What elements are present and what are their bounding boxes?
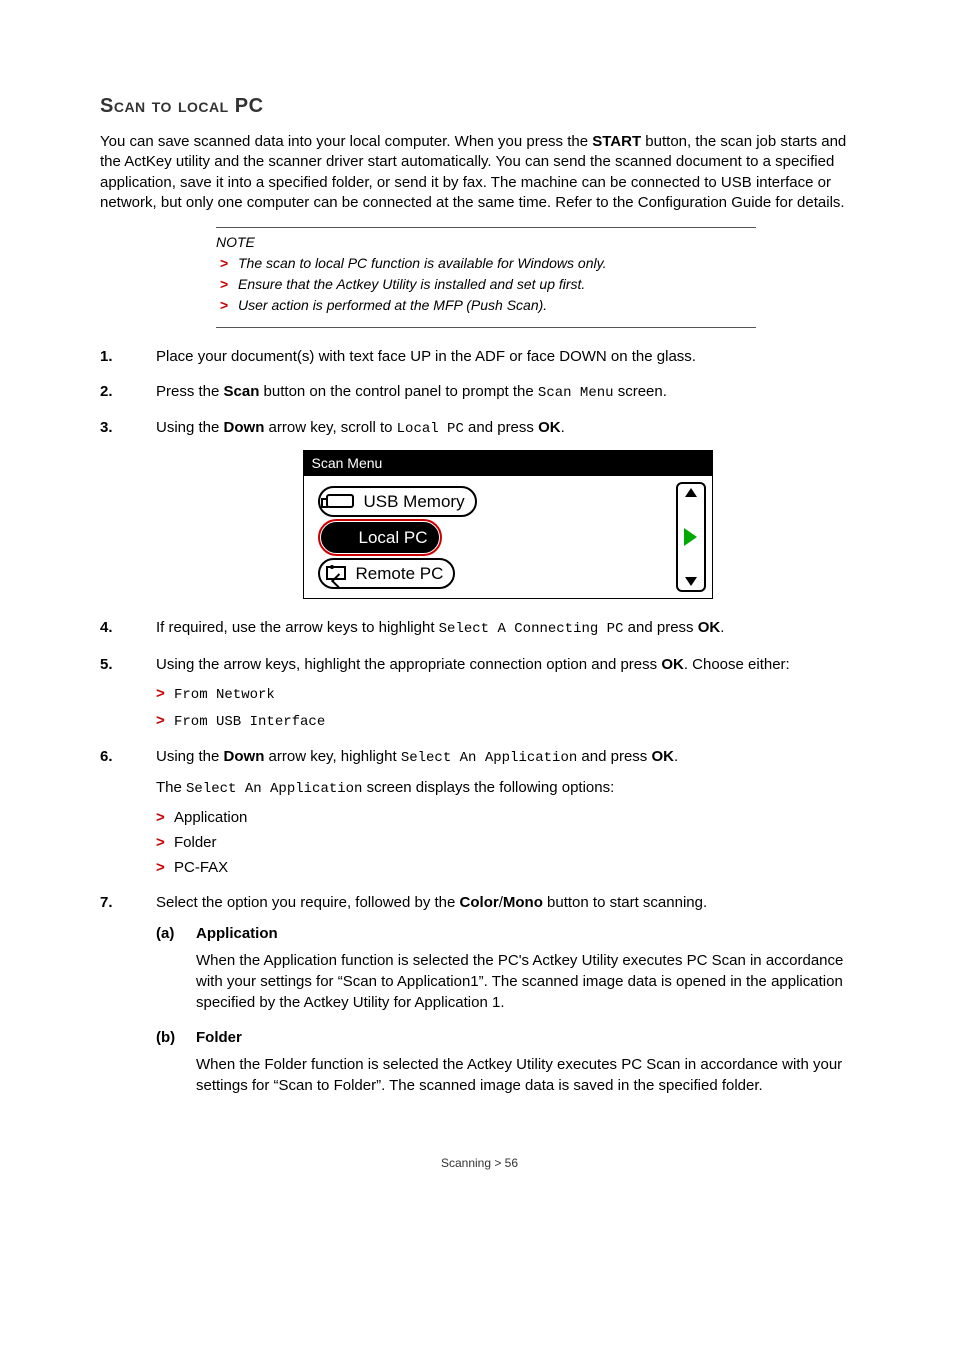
select-connecting-pc-code: Select A Connecting PC — [439, 621, 624, 637]
app-option: Application — [156, 807, 859, 828]
page-footer: Scanning > 56 — [100, 1156, 859, 1170]
from-usb-code: From USB Interface — [174, 714, 325, 730]
intro-paragraph: You can save scanned data into your loca… — [100, 132, 859, 213]
connection-option: From USB Interface — [156, 710, 859, 733]
ok-label: OK — [661, 656, 684, 673]
text: arrow key, highlight — [264, 748, 400, 765]
ok-label: OK — [698, 619, 721, 636]
color-label: Color — [460, 894, 499, 911]
text: Select the option you require, followed … — [156, 894, 460, 911]
text: arrow key, scroll to — [264, 419, 396, 436]
scrollbar[interactable] — [676, 482, 706, 592]
text: and press — [624, 619, 698, 636]
text: and press — [577, 748, 651, 765]
sub-label: (a) — [156, 923, 196, 944]
from-network-code: From Network — [174, 687, 275, 703]
select-application-code: Select An Application — [401, 750, 577, 766]
usb-icon — [326, 494, 354, 508]
note-item: The scan to local PC function is availab… — [220, 254, 756, 273]
ok-label: OK — [538, 419, 561, 436]
text: Using the arrow keys, highlight the appr… — [156, 656, 661, 673]
sub-option-folder: (b) Folder — [156, 1027, 859, 1048]
ok-label: OK — [651, 748, 674, 765]
text: button on the control panel to prompt th… — [259, 383, 538, 400]
pc-icon — [329, 530, 349, 544]
text: The — [156, 779, 186, 796]
text: Using the — [156, 748, 224, 765]
sub-heading: Application — [196, 923, 278, 944]
note-item: Ensure that the Actkey Utility is instal… — [220, 275, 756, 294]
scan-menu-code: Scan Menu — [538, 385, 614, 401]
section-heading: Scan to local PC — [100, 95, 859, 118]
sub-option-application: (a) Application — [156, 923, 859, 944]
play-icon[interactable] — [684, 528, 697, 546]
sub-heading: Folder — [196, 1027, 242, 1048]
step-4: If required, use the arrow keys to highl… — [100, 617, 859, 640]
app-option: Folder — [156, 832, 859, 853]
step-1: Place your document(s) with text face UP… — [100, 346, 859, 367]
step-3: Using the Down arrow key, scroll to Loca… — [100, 417, 859, 599]
text: . — [561, 419, 565, 436]
down-label: Down — [224, 419, 265, 436]
app-option: PC-FAX — [156, 857, 859, 878]
text: . — [720, 619, 724, 636]
note-title: NOTE — [216, 234, 756, 250]
down-label: Down — [224, 748, 265, 765]
note-item: User action is performed at the MFP (Pus… — [220, 296, 756, 315]
text: . — [674, 748, 678, 765]
step-2: Press the Scan button on the control pan… — [100, 381, 859, 404]
scan-menu-item-label: Remote PC — [356, 562, 444, 586]
text: Press the — [156, 383, 224, 400]
scroll-down-icon[interactable] — [685, 577, 697, 586]
text: and press — [464, 419, 538, 436]
scan-menu-item-usb[interactable]: USB Memory — [312, 484, 672, 518]
scan-menu-figure: Scan Menu USB Memory Local PC Remote PC — [303, 450, 713, 600]
scan-menu-title: Scan Menu — [304, 451, 712, 477]
text: . Choose either: — [684, 656, 790, 673]
scan-menu-item-local-pc[interactable]: Local PC — [312, 520, 672, 554]
text: Using the — [156, 419, 224, 436]
scroll-up-icon[interactable] — [685, 488, 697, 497]
sub-label: (b) — [156, 1027, 196, 1048]
start-label: START — [592, 133, 641, 150]
local-pc-code: Local PC — [397, 421, 464, 437]
sub-description: When the Folder function is selected the… — [196, 1054, 859, 1096]
scan-menu-item-label: Local PC — [359, 526, 428, 550]
text: screen. — [614, 383, 667, 400]
step-6: Using the Down arrow key, highlight Sele… — [100, 746, 859, 878]
note-block: NOTE The scan to local PC function is av… — [216, 227, 756, 328]
sub-description: When the Application function is selecte… — [196, 950, 859, 1013]
mono-label: Mono — [503, 894, 543, 911]
text: button to start scanning. — [543, 894, 707, 911]
text: screen displays the following options: — [362, 779, 614, 796]
step-5: Using the arrow keys, highlight the appr… — [100, 654, 859, 732]
remote-icon — [326, 566, 346, 580]
step-7: Select the option you require, followed … — [100, 892, 859, 1096]
scan-menu-item-remote-pc[interactable]: Remote PC — [312, 556, 672, 590]
text: If required, use the arrow keys to highl… — [156, 619, 439, 636]
scan-menu-item-label: USB Memory — [364, 490, 465, 514]
select-application-code: Select An Application — [186, 781, 362, 797]
connection-option: From Network — [156, 683, 859, 706]
scan-label: Scan — [224, 383, 260, 400]
